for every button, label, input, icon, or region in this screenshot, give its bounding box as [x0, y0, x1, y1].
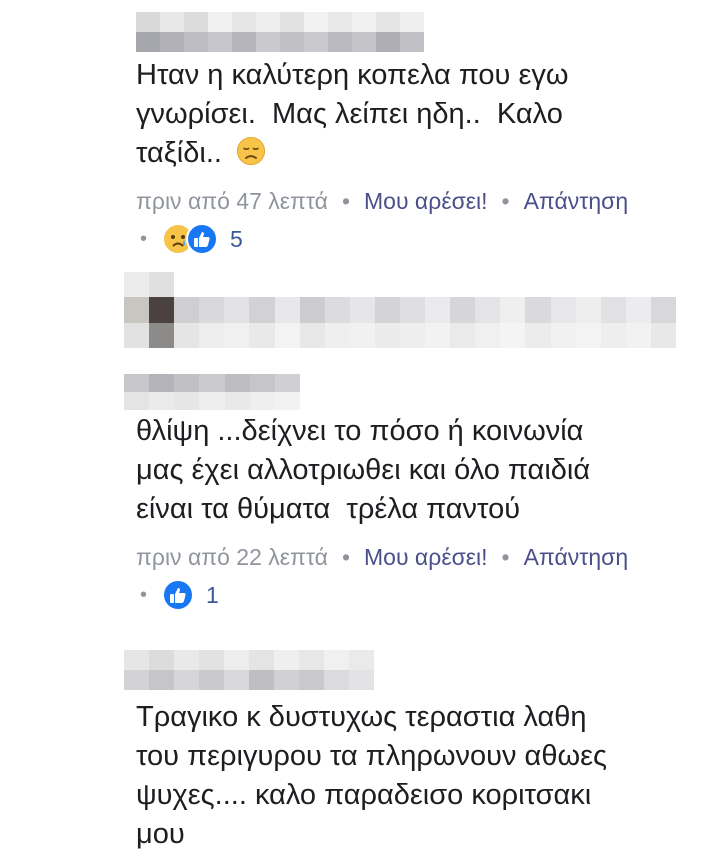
comment-3-text: Τραγικο κ δυστυχως τεραστια λαθη του περ… [136, 701, 607, 850]
redacted-block [124, 272, 676, 348]
comment-1-reply-button[interactable]: Απάντηση [524, 188, 629, 214]
comment-2-timestamp[interactable]: πριν από 22 λεπτά [136, 544, 328, 570]
separator-dot: • [501, 188, 510, 214]
comment-1-timestamp[interactable]: πριν από 47 λεπτά [136, 188, 328, 214]
separator-dot: • [140, 583, 148, 606]
comment-2-meta: πριν από 22 λεπτά • Μου αρέσει! • Απάντηση [136, 542, 628, 572]
disappointed-face-icon [236, 136, 266, 166]
comment-1-like-button[interactable]: Μου αρέσει! [364, 188, 488, 214]
commenter-name-redacted[interactable] [124, 650, 374, 690]
comment-1-reactions[interactable]: • 5 [140, 222, 243, 256]
like-reaction-icon [186, 223, 218, 255]
comment-2-reaction-count[interactable]: 1 [206, 582, 219, 609]
separator-dot: • [140, 227, 148, 250]
comment-1-text: Ηταν η καλύτερη κοπελα που εγω γνωρίσει.… [136, 59, 569, 169]
separator-dot: • [341, 544, 351, 570]
comment-2-reactions[interactable]: • 1 [140, 578, 219, 612]
commenter-name-redacted[interactable] [136, 12, 424, 52]
like-reaction-icon [162, 579, 194, 611]
comment-2-reply-button[interactable]: Απάντηση [524, 544, 629, 570]
comment-1-meta: πριν από 47 λεπτά • Μου αρέσει! • Απάντηση [136, 186, 628, 216]
separator-dot: • [341, 188, 351, 214]
separator-dot: • [501, 544, 510, 570]
comment-1-reaction-count[interactable]: 5 [230, 226, 243, 253]
comment-2-text: θλίψη ...δείχνει το πόσο ή κοινωνία μας … [136, 415, 591, 525]
comment-2-like-button[interactable]: Μου αρέσει! [364, 544, 488, 570]
commenter-name-redacted[interactable] [124, 374, 300, 410]
